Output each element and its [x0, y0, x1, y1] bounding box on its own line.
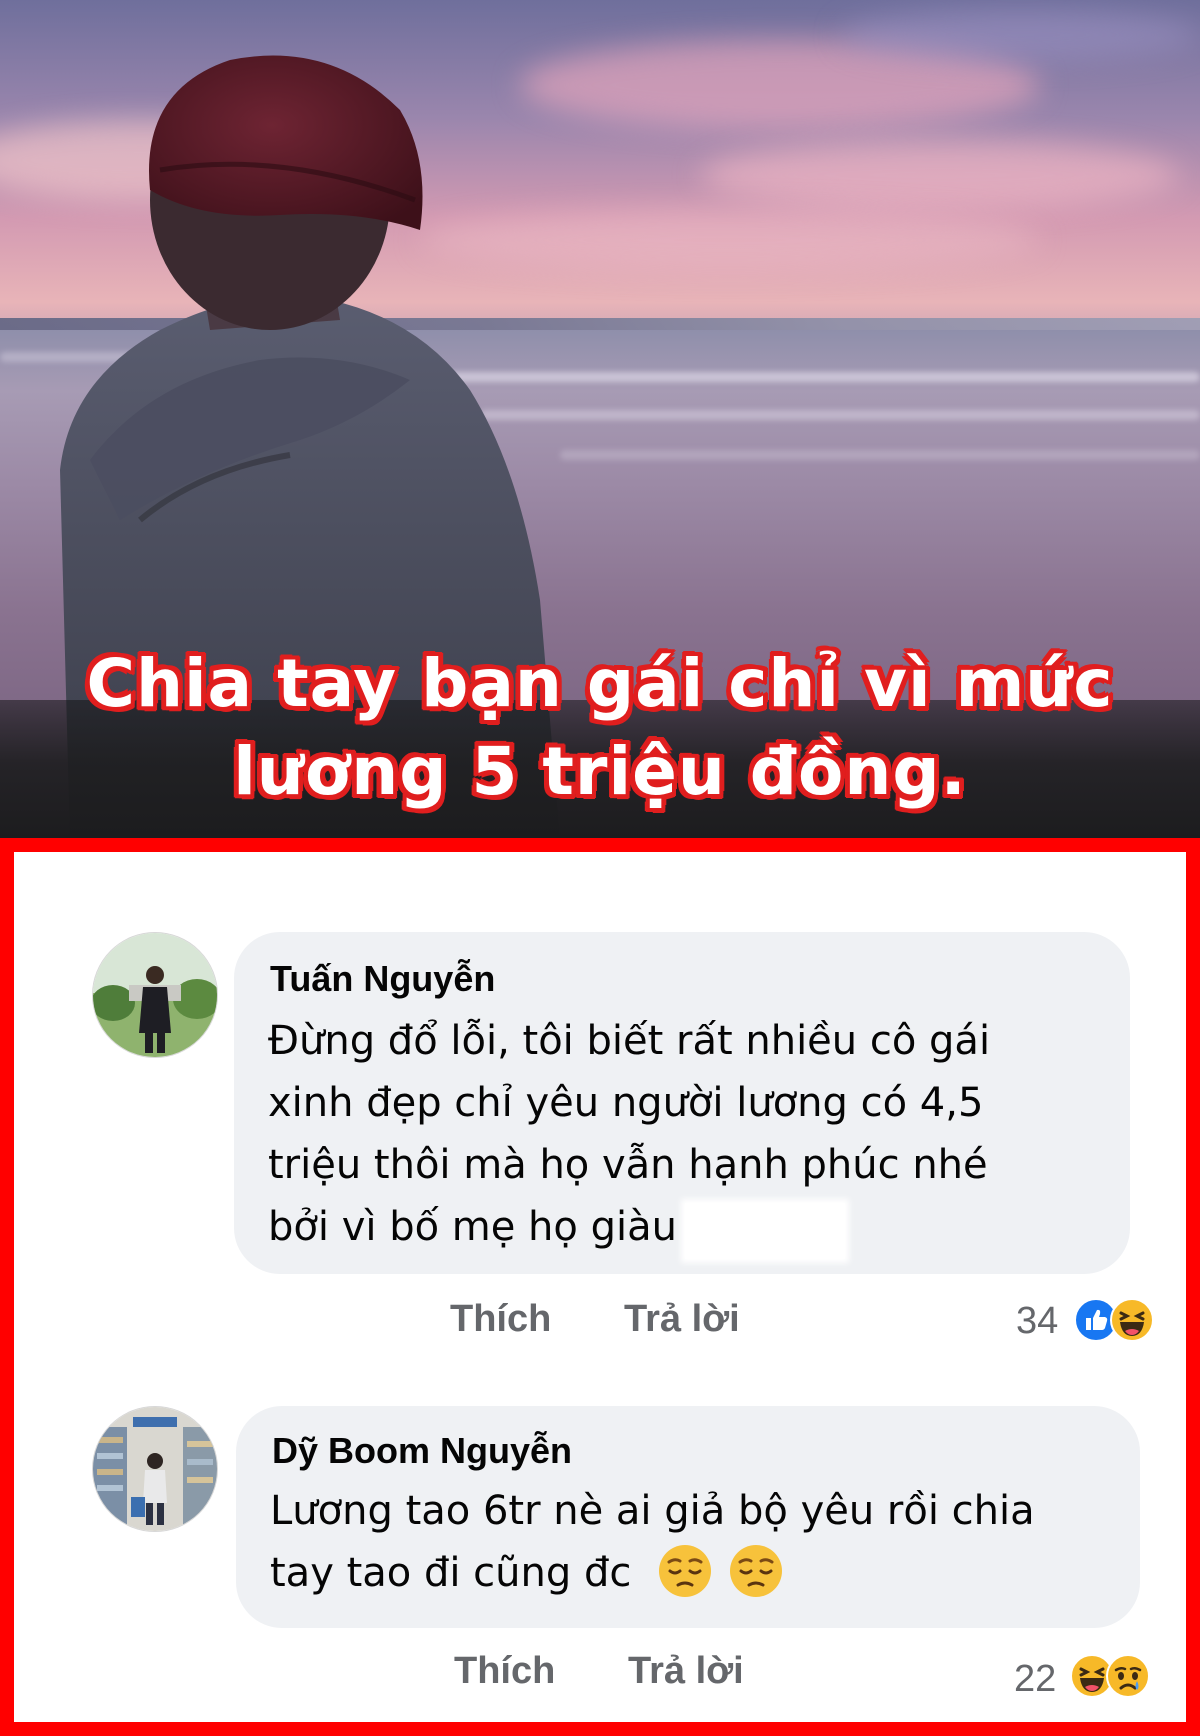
comment-author[interactable]: Dỹ Boom Nguyễn — [272, 1430, 572, 1472]
haha-icon — [1110, 1298, 1154, 1342]
comment-text: Đừng đổ lỗi, tôi biết rất nhiều cô gái x… — [268, 1010, 990, 1259]
reply-button[interactable]: Trả lời — [624, 1298, 740, 1341]
headline-line-1: Chia tay bạn gái chỉ vì mức — [86, 645, 1114, 722]
avatar[interactable] — [92, 1406, 218, 1532]
reaction-count[interactable]: 22 — [1014, 1658, 1056, 1701]
comment-bubble: Tuấn Nguyễn Đừng đổ lỗi, tôi biết rất nh… — [234, 932, 1130, 1274]
headline: Chia tay bạn gái chỉ vì mức lương 5 triệ… — [0, 640, 1200, 816]
headline-line-2: lương 5 triệu đồng. — [233, 733, 967, 810]
comment-author[interactable]: Tuấn Nguyễn — [270, 958, 495, 1000]
like-button[interactable]: Thích — [450, 1298, 551, 1341]
like-button[interactable]: Thích — [454, 1650, 555, 1693]
comments-panel: Tuấn Nguyễn Đừng đổ lỗi, tôi biết rất nh… — [0, 838, 1200, 1736]
comment-text: Lương tao 6tr nè ai giả bộ yêu rồi chia … — [270, 1488, 1035, 1597]
sad-icon — [1106, 1654, 1150, 1698]
avatar[interactable] — [92, 932, 218, 1058]
pensive-face-icon — [659, 1545, 712, 1597]
redaction-patch — [684, 1203, 845, 1259]
comment-bubble: Dỹ Boom Nguyễn Lương tao 6tr nè ai giả b… — [236, 1406, 1140, 1628]
reaction-count[interactable]: 34 — [1016, 1300, 1058, 1343]
reply-button[interactable]: Trả lời — [628, 1650, 744, 1693]
pensive-face-icon — [729, 1545, 782, 1597]
